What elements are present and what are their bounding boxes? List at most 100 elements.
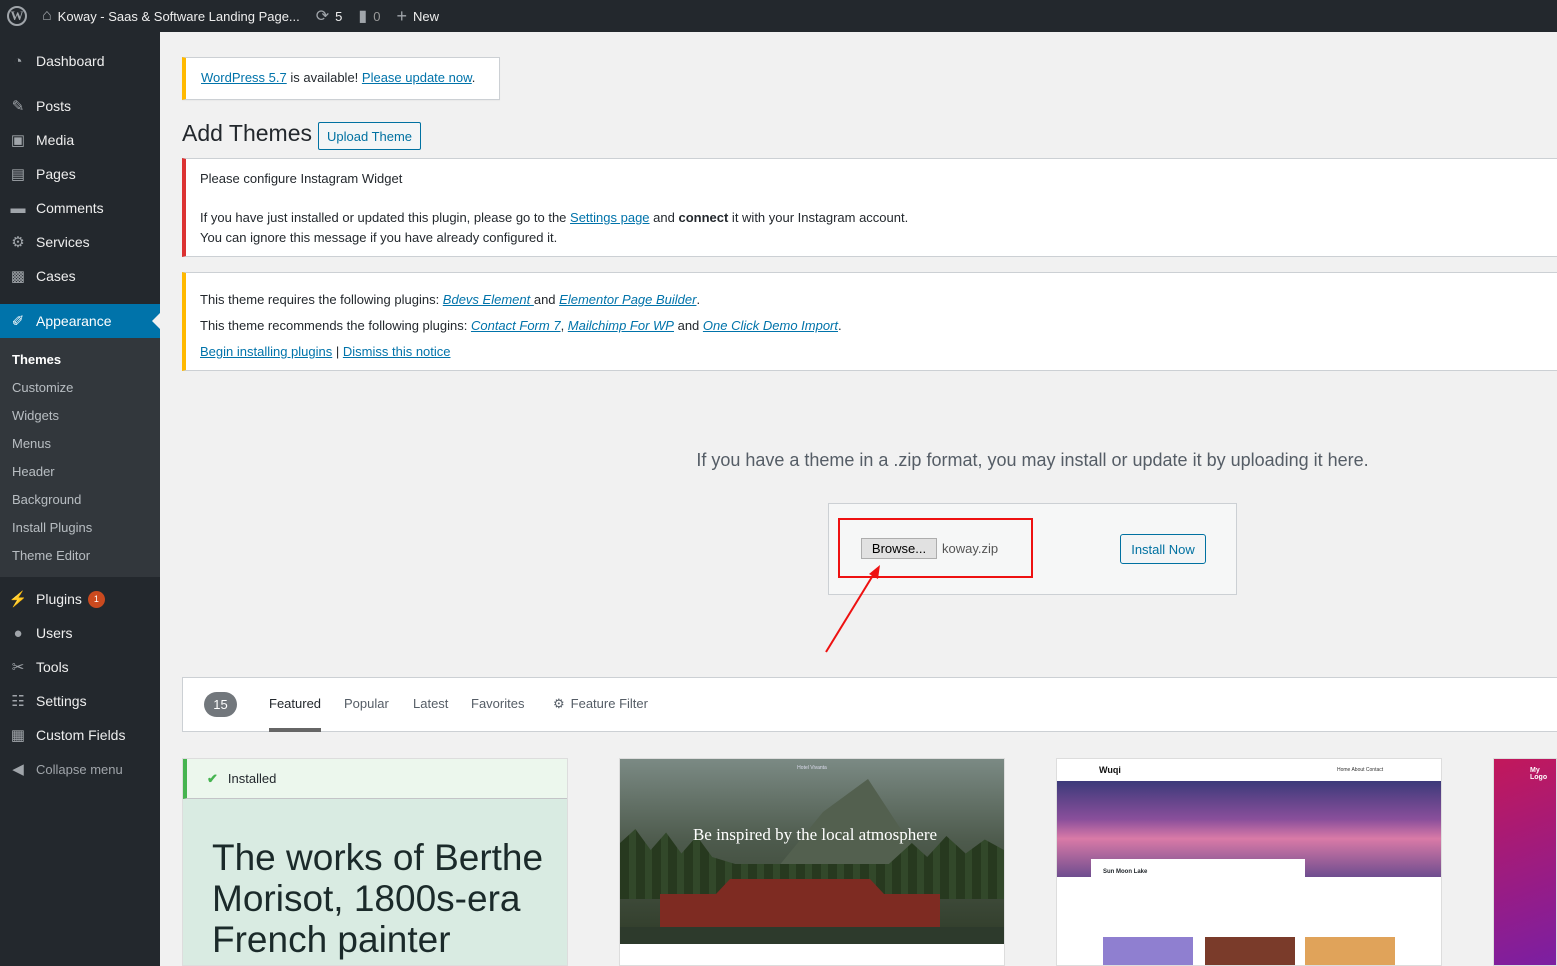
sidebar-item-custom-fields[interactable]: ▦ Custom Fields (0, 718, 160, 752)
preview-nav: Hotel Vivanta (797, 765, 827, 771)
required-plugins-line: This theme requires the following plugin… (200, 292, 700, 307)
preview-logo: Wuqi (1099, 765, 1121, 775)
sidebar-item-settings[interactable]: ☷ Settings (0, 684, 160, 718)
submenu-themes[interactable]: Themes (0, 345, 160, 373)
theme-card-hotel[interactable]: Hotel Vivanta Be inspired by the local a… (619, 758, 1005, 966)
notice-actions: Begin installing plugins | Dismiss this … (200, 344, 451, 359)
plug-icon: ⚡ (8, 591, 28, 608)
preview-header: Wuqi Home About Contact (1057, 759, 1441, 781)
dismiss-notice-link[interactable]: Dismiss this notice (343, 344, 451, 359)
new-label: New (412, 8, 439, 24)
refresh-icon: ⟳ (315, 8, 330, 25)
home-icon: ⌂ (42, 7, 52, 24)
feature-filter-button[interactable]: ⚙ Feature Filter (553, 696, 648, 712)
site-name-link[interactable]: ⌂ Koway - Saas & Software Landing Page..… (34, 0, 308, 32)
sidebar-item-label: Comments (36, 200, 104, 216)
theme-preview-text: The works of Berthe Morisot, 1800s-era F… (212, 837, 544, 960)
site-title: Koway - Saas & Software Landing Page... (57, 8, 300, 24)
gear-icon: ⚙ (11, 234, 25, 251)
updates-link[interactable]: ⟳ 5 (308, 0, 351, 32)
instagram-notice-heading: Please configure Instagram Widget (200, 171, 403, 186)
submenu-install-plugins[interactable]: Install Plugins (0, 513, 160, 541)
upload-theme-button[interactable]: Upload Theme (318, 122, 422, 150)
tab-popular[interactable]: Popular (344, 696, 389, 711)
table-icon: ▦ (10, 727, 26, 744)
gear-icon: ⚙ (553, 696, 565, 711)
notice-text: and (649, 210, 679, 225)
submenu-menus[interactable]: Menus (0, 429, 160, 457)
sidebar-item-comments[interactable]: ▬ Comments (0, 191, 160, 225)
new-content-link[interactable]: + New (388, 0, 447, 32)
collapse-icon: ◀ (12, 761, 24, 778)
submenu-customize[interactable]: Customize (0, 373, 160, 401)
preview-post-title: Sun Moon Lake (1103, 869, 1148, 875)
begin-installing-link[interactable]: Begin installing plugins (200, 344, 332, 359)
plugins-notice: This theme requires the following plugin… (182, 272, 1557, 371)
tab-latest[interactable]: Latest (413, 696, 448, 711)
sidebar-item-label: Tools (36, 659, 69, 675)
checkmark-icon: ✔ (207, 770, 218, 786)
submenu-widgets[interactable]: Widgets (0, 401, 160, 429)
preview-post: Sun Moon Lake (1091, 859, 1305, 919)
notice-text: it with your Instagram account. (728, 210, 909, 225)
instagram-notice: Please configure Instagram Widget If you… (182, 158, 1557, 257)
theme-card-installed[interactable]: ✔ Installed The works of Berthe Morisot,… (182, 758, 568, 966)
mailchimp-link[interactable]: Mailchimp For WP (568, 318, 674, 333)
user-icon: ● (13, 624, 23, 642)
contact-form-link[interactable]: Contact Form 7 (471, 318, 561, 333)
notice-text: This theme requires the following plugin… (200, 292, 443, 307)
brush-icon: ✐ (11, 313, 25, 330)
submenu-theme-editor[interactable]: Theme Editor (0, 541, 160, 569)
sidebar-item-appearance[interactable]: ✐ Appearance (0, 304, 160, 338)
theme-card-wuqi[interactable]: Wuqi Home About Contact Sun Moon Lake (1056, 758, 1442, 966)
one-click-demo-link[interactable]: One Click Demo Import (703, 318, 838, 333)
installed-label: Installed (227, 771, 277, 786)
update-now-link[interactable]: Please update now (362, 70, 472, 85)
water-shape (620, 927, 1004, 944)
updates-count: 5 (335, 8, 343, 24)
portfolio-icon: ▩ (10, 268, 26, 285)
comment-icon: ▬ (10, 199, 26, 217)
main-content: WordPress 5.7 is available! Please updat… (160, 32, 1557, 966)
dashboard-icon: ◔ (13, 52, 23, 70)
comments-link[interactable]: ▮ 0 (350, 0, 388, 32)
comments-count: 0 (373, 8, 381, 24)
settings-page-link[interactable]: Settings page (570, 210, 650, 225)
sidebar-item-plugins[interactable]: ⚡ Plugins 1 (0, 582, 160, 616)
sidebar-item-tools[interactable]: ✂ Tools (0, 650, 160, 684)
sidebar-item-label: Users (36, 625, 73, 641)
wordpress-version-link[interactable]: WordPress 5.7 (201, 70, 287, 85)
collapse-menu-button[interactable]: ◀ Collapse menu (0, 752, 160, 786)
sidebar-item-pages[interactable]: ▤ Pages (0, 157, 160, 191)
update-nag-text: is available! (286, 70, 362, 85)
sidebar-item-label: Posts (36, 98, 72, 114)
notice-text: If you have just installed or updated th… (200, 210, 571, 225)
sidebar-item-media[interactable]: ▣ Media (0, 123, 160, 157)
sidebar-item-dashboard[interactable]: ◔ Dashboard (0, 44, 160, 78)
sidebar-item-services[interactable]: ⚙ Services (0, 225, 160, 259)
installed-banner: ✔ Installed (183, 759, 567, 799)
sidebar-item-label: Custom Fields (36, 727, 126, 743)
bdevs-element-link[interactable]: Bdevs Element (443, 292, 534, 307)
wordpress-logo[interactable]: W (0, 0, 34, 32)
sidebar-item-users[interactable]: ● Users (0, 616, 160, 650)
preview-logo: My Logo (1530, 767, 1548, 781)
submenu-background[interactable]: Background (0, 485, 160, 513)
sidebar-item-posts[interactable]: ✎ Posts (0, 89, 160, 123)
theme-count: 15 (204, 692, 237, 717)
theme-card-partial[interactable]: My Logo (1493, 758, 1557, 966)
update-nag: WordPress 5.7 is available! Please updat… (182, 57, 500, 100)
pages-icon: ▤ (10, 166, 26, 183)
appearance-submenu: Themes Customize Widgets Menus Header Ba… (0, 338, 160, 577)
media-icon: ▣ (10, 132, 26, 149)
install-now-button[interactable]: Install Now (1120, 534, 1206, 564)
elementor-link[interactable]: Elementor Page Builder (559, 292, 696, 307)
theme-screenshot: Hotel Vivanta Be inspired by the local a… (620, 759, 1004, 944)
sidebar-item-cases[interactable]: ▩ Cases (0, 259, 160, 293)
sidebar-item-label: Services (36, 234, 90, 250)
pin-icon: ✎ (11, 98, 25, 115)
tab-featured[interactable]: Featured (269, 696, 322, 732)
submenu-header[interactable]: Header (0, 457, 160, 485)
tab-favorites[interactable]: Favorites (471, 696, 524, 711)
upload-instructions: If you have a theme in a .zip format, yo… (696, 450, 1369, 470)
